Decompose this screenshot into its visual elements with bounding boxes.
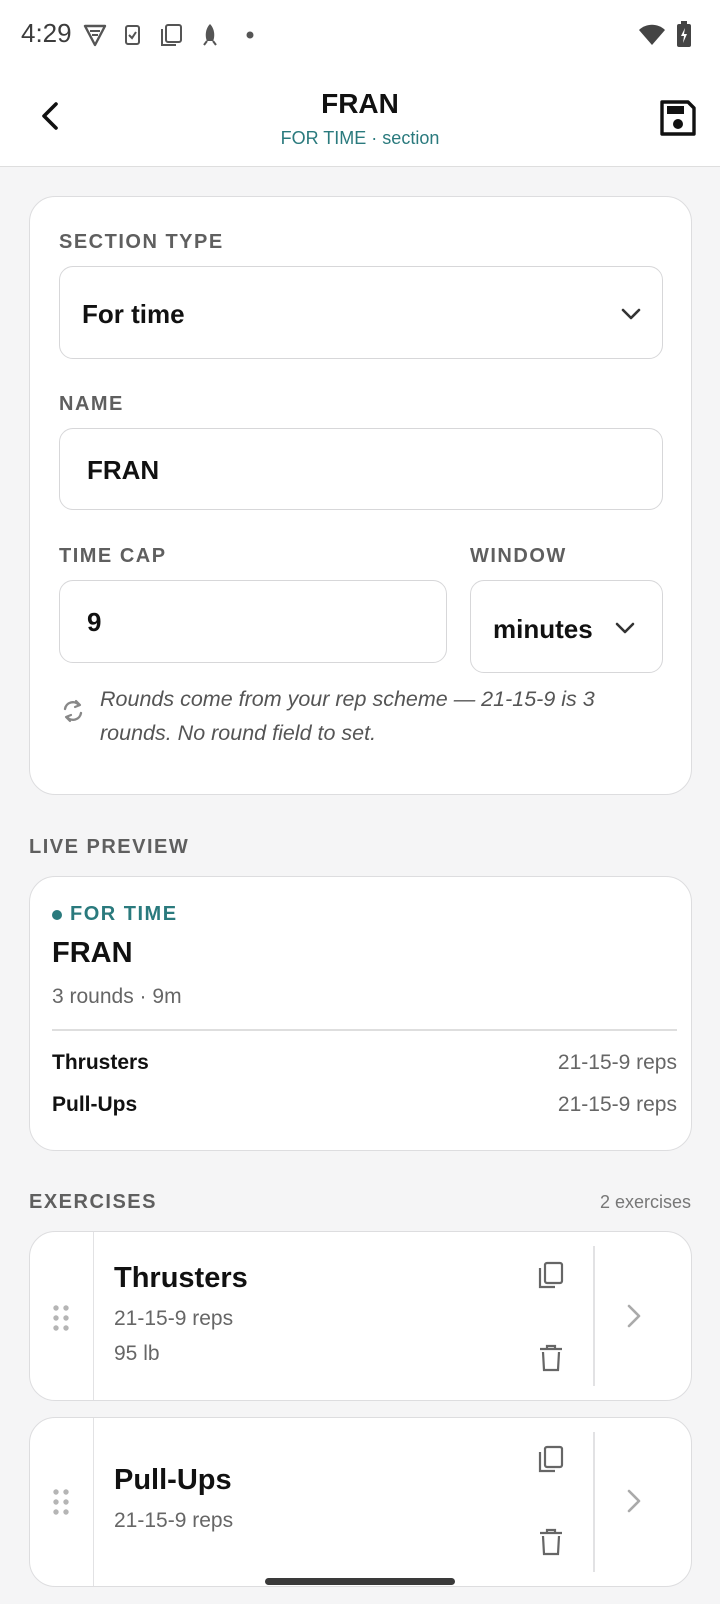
chevron-right-icon[interactable]: [624, 1303, 644, 1329]
exercise-name: Pull-Ups: [114, 1464, 232, 1496]
live-preview-label: LIVE PREVIEW: [29, 836, 190, 858]
drag-grip-icon: [53, 1305, 69, 1331]
preview-row-value: 21-15-9 reps: [557, 1093, 677, 1116]
chevron-right-icon[interactable]: [624, 1488, 644, 1514]
card-divider: [593, 1432, 595, 1572]
exercise-name: Thrusters: [114, 1262, 248, 1294]
window-select[interactable]: minutes: [470, 580, 663, 673]
preview-title: FRAN: [52, 937, 133, 969]
save-icon[interactable]: [658, 98, 698, 138]
drag-handle[interactable]: [30, 1232, 94, 1400]
home-indicator[interactable]: [265, 1578, 455, 1585]
rocket-icon: [203, 24, 217, 46]
preview-row-value: 21-15-9 reps: [557, 1051, 677, 1074]
preview-row-name: Pull-Ups: [52, 1093, 138, 1116]
delete-icon[interactable]: [538, 1344, 564, 1372]
section-type-select[interactable]: For time: [59, 266, 663, 359]
window-label: WINDOW: [470, 545, 567, 567]
vpn-shield-icon: [83, 24, 107, 47]
exercises-label: EXERCISES: [29, 1191, 157, 1213]
delete-icon[interactable]: [538, 1528, 564, 1556]
status-bar: 4:29: [0, 0, 720, 70]
time-cap-value: 9: [87, 607, 102, 637]
time-cap-field[interactable]: 9: [59, 580, 447, 663]
page-subtitle: FOR TIME · section: [280, 128, 440, 148]
drag-handle[interactable]: [30, 1418, 94, 1586]
status-dot: [52, 910, 62, 920]
duplicate-icon[interactable]: [536, 1260, 566, 1290]
preview-divider: [52, 1029, 677, 1031]
page-title: FRAN: [321, 88, 399, 119]
exercise-card-thrusters[interactable]: Thrusters 21-15-9 reps 95 lb: [29, 1231, 692, 1401]
chevron-down-icon: [621, 308, 641, 320]
drag-grip-icon: [53, 1489, 69, 1515]
copy-notification-icon: [161, 24, 182, 46]
name-value: FRAN: [87, 455, 160, 485]
time-cap-label: TIME CAP: [59, 545, 167, 567]
rounds-note: Rounds come from your rep scheme — 21-15…: [100, 687, 595, 745]
section-type-value: For time: [82, 299, 185, 329]
exercise-reps: 21-15-9 reps: [114, 1307, 234, 1330]
exercise-count: 2 exercises: [599, 1192, 691, 1212]
preview-meta: 3 rounds · 9m: [52, 985, 182, 1008]
section-settings-card: SECTION TYPE For time NAME FRAN TIME CAP…: [29, 196, 692, 795]
exercise-load: 95 lb: [114, 1342, 160, 1365]
battery-charging-icon: [677, 21, 691, 47]
section-type-label: SECTION TYPE: [59, 231, 224, 253]
chevron-down-icon: [615, 622, 635, 634]
window-value: minutes: [493, 614, 593, 644]
preview-row-name: Thrusters: [52, 1051, 149, 1074]
repeat-icon: [63, 699, 83, 723]
card-divider: [593, 1246, 595, 1386]
preview-kicker: FOR TIME: [70, 903, 178, 925]
status-time: 4:29: [21, 18, 72, 48]
exercise-card-pull-ups[interactable]: Pull-Ups 21-15-9 reps: [29, 1417, 692, 1587]
app-bar: FRAN FOR TIME · section: [0, 70, 720, 167]
clipboard-icon: [125, 25, 140, 45]
wifi-icon: [639, 24, 665, 45]
more-notifications-dot-icon: [246, 31, 254, 39]
duplicate-icon[interactable]: [536, 1444, 566, 1474]
name-field[interactable]: FRAN: [59, 428, 663, 510]
name-label: NAME: [59, 393, 124, 415]
exercise-reps: 21-15-9 reps: [114, 1509, 234, 1532]
live-preview-card: FOR TIME FRAN 3 rounds · 9m Thrusters 21…: [29, 876, 692, 1151]
